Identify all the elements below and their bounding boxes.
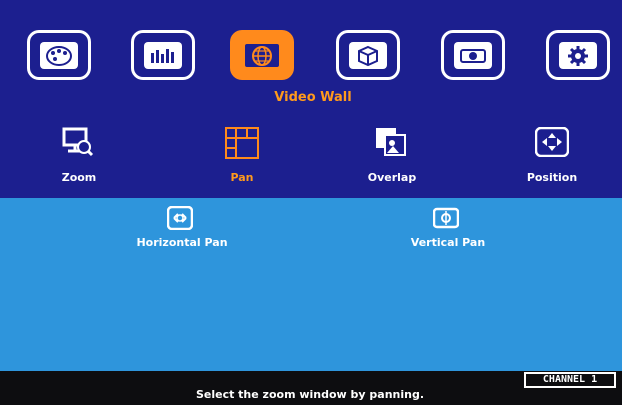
zoom-magnifier-icon <box>62 127 94 157</box>
submenu-pan-label: Pan <box>230 171 254 184</box>
main-menu-video-wall-button[interactable] <box>230 30 294 80</box>
horizontal-pan-label: Horizontal Pan <box>136 236 228 249</box>
main-menu-settings-button[interactable] <box>546 30 610 80</box>
globe-icon <box>243 42 281 69</box>
video-wall-osd: Video Wall Zoom Pan Overlap Position Hor… <box>0 0 622 405</box>
main-menu-color-button[interactable] <box>27 30 91 80</box>
status-hint-text: Select the zoom window by panning. <box>195 388 425 401</box>
submenu-position[interactable]: Position <box>497 126 607 187</box>
submenu-overlap[interactable]: Overlap <box>337 127 447 187</box>
vertical-pan-icon <box>432 206 460 230</box>
submenu-overlap-label: Overlap <box>367 171 417 184</box>
channel-indicator: CHANNEL 1 <box>524 372 616 388</box>
main-menu-bar <box>0 30 622 82</box>
equalizer-icon <box>144 42 182 69</box>
gear-icon <box>559 42 597 69</box>
color-palette-icon <box>40 42 78 69</box>
main-menu-3d-button[interactable] <box>336 30 400 80</box>
submenu-pan[interactable]: Pan <box>187 127 297 187</box>
vertical-pan-option[interactable]: Vertical Pan <box>373 206 523 258</box>
position-arrows-icon <box>534 126 570 158</box>
projector-icon <box>454 42 492 69</box>
main-menu-projector-button[interactable] <box>441 30 505 80</box>
osd-options-panel <box>0 198 622 371</box>
submenu-position-label: Position <box>526 171 578 184</box>
main-menu-audio-button[interactable] <box>131 30 195 80</box>
submenu-zoom[interactable]: Zoom <box>24 127 134 187</box>
submenu-zoom-label: Zoom <box>61 171 97 184</box>
horizontal-pan-option[interactable]: Horizontal Pan <box>107 205 257 258</box>
overlap-images-icon <box>375 127 407 157</box>
vertical-pan-label: Vertical Pan <box>410 236 486 249</box>
3d-cube-icon <box>349 42 387 69</box>
grid-pan-icon <box>225 127 259 159</box>
horizontal-pan-icon <box>166 205 194 231</box>
menu-title: Video Wall <box>274 90 352 105</box>
